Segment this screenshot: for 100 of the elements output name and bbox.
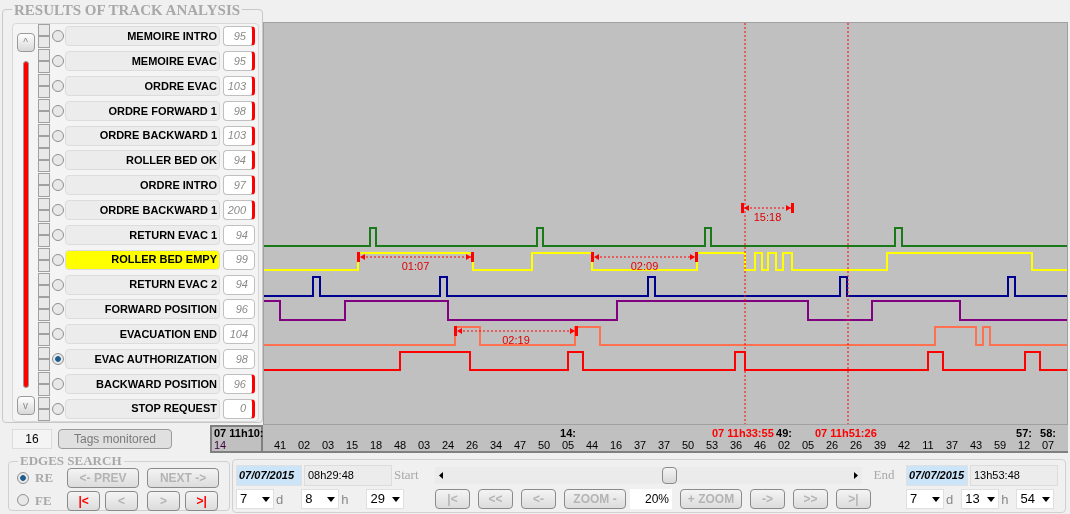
- time-tick: 50: [681, 439, 695, 451]
- dropdown[interactable]: 29: [366, 489, 405, 509]
- cursor-time-label: 07 11h33:55: [712, 427, 774, 439]
- checkbox[interactable]: [38, 148, 50, 161]
- checkbox[interactable]: [38, 198, 50, 211]
- time-tick-prefix: 58:: [1040, 427, 1056, 439]
- radio-button[interactable]: [52, 402, 64, 415]
- radio-button[interactable]: [52, 30, 64, 43]
- checkbox[interactable]: [38, 61, 50, 74]
- count-field: 99: [223, 249, 255, 270]
- radio-button[interactable]: [52, 303, 64, 316]
- time-tick: 47: [513, 439, 527, 451]
- time-tick-prefix: 14:: [560, 427, 576, 439]
- dropdown[interactable]: 8: [301, 489, 340, 509]
- checkbox[interactable]: [38, 297, 50, 310]
- radio-button[interactable]: [52, 154, 64, 167]
- checkbox[interactable]: [38, 86, 50, 99]
- time-tick: 46: [753, 439, 767, 451]
- start-time-field[interactable]: 08h29:48: [304, 464, 392, 486]
- time-tick: 59: [993, 439, 1007, 451]
- checkbox[interactable]: [38, 272, 50, 285]
- end-date-field[interactable]: 07/07/2015: [906, 464, 968, 486]
- range-bar[interactable]: [22, 61, 29, 388]
- radio-button[interactable]: [52, 253, 64, 266]
- signal-name: RETURN EVAC 1: [65, 224, 220, 245]
- time-tick: 02: [777, 439, 791, 451]
- caret-icon: [932, 496, 940, 502]
- end-time-field[interactable]: 13h53:48: [970, 464, 1058, 486]
- time-scrollbar[interactable]: [435, 466, 862, 484]
- radio-button[interactable]: [52, 129, 64, 142]
- checkbox[interactable]: [38, 222, 50, 235]
- radio-button[interactable]: [52, 179, 64, 192]
- radio-button[interactable]: [52, 328, 64, 341]
- checkbox[interactable]: [38, 185, 50, 198]
- checkbox[interactable]: [38, 98, 50, 111]
- nav-button[interactable]: >|: [185, 490, 219, 511]
- time-tick: 15: [345, 439, 359, 451]
- scroll-down-button[interactable]: v: [16, 396, 35, 415]
- signal-name: STOP REQUEST: [65, 398, 220, 419]
- radio-button[interactable]: [52, 204, 64, 217]
- radio-button[interactable]: [52, 55, 64, 68]
- radio-button[interactable]: [52, 278, 64, 291]
- signal-name: ORDRE EVAC: [65, 76, 220, 97]
- checkbox[interactable]: [38, 371, 50, 384]
- count-field: 96: [223, 299, 255, 320]
- dropdown[interactable]: 7: [906, 489, 944, 509]
- signal-name: FORWARD POSITION: [65, 299, 220, 320]
- checkbox[interactable]: [38, 123, 50, 136]
- scroll-thumb[interactable]: [661, 466, 677, 484]
- start-date-field[interactable]: 07/07/2015: [236, 464, 302, 486]
- radio-button[interactable]: [52, 80, 64, 93]
- caret-icon: [987, 496, 996, 502]
- count-field: 103: [223, 125, 255, 146]
- dropdown[interactable]: 7: [236, 489, 274, 509]
- time-tick-prefix: 57:: [1016, 427, 1032, 439]
- checkbox[interactable]: [38, 173, 50, 186]
- checkbox[interactable]: [38, 346, 50, 359]
- checkbox[interactable]: [38, 49, 50, 62]
- signal-name: EVACUATION END: [65, 324, 220, 345]
- count-field: 103: [223, 76, 255, 97]
- time-tick: 34: [489, 439, 503, 451]
- time-tick: 18: [369, 439, 383, 451]
- time-tick: 37: [657, 439, 671, 451]
- signal-name: ROLLER BED EMPY: [65, 249, 220, 270]
- radio-button[interactable]: [52, 104, 64, 117]
- dropdown[interactable]: 54: [1016, 489, 1055, 509]
- dropdown[interactable]: 13: [961, 489, 1000, 509]
- mode-radio[interactable]: FE: [17, 490, 54, 510]
- checkbox[interactable]: [38, 334, 50, 347]
- checkbox[interactable]: [38, 210, 50, 223]
- count-field: 104: [223, 324, 255, 345]
- signal-name: ORDRE INTRO: [65, 175, 220, 196]
- checkbox[interactable]: [38, 160, 50, 173]
- checkbox[interactable]: [38, 247, 50, 260]
- time-tick: 41: [273, 439, 287, 451]
- signal-name: ORDRE BACKWARD 1: [65, 125, 220, 146]
- radio-button[interactable]: [52, 228, 64, 241]
- checkbox[interactable]: [38, 74, 50, 87]
- checkbox[interactable]: [38, 36, 50, 49]
- checkbox[interactable]: [38, 24, 50, 37]
- scroll-right-icon: [854, 471, 858, 479]
- time-tick: 36: [729, 439, 743, 451]
- checkbox[interactable]: [38, 396, 50, 409]
- time-tick: 48: [393, 439, 407, 451]
- radio-button[interactable]: [52, 377, 64, 390]
- mode-radio[interactable]: RE: [17, 468, 54, 488]
- count-field: 95: [223, 26, 255, 47]
- scroll-up-button[interactable]: ^: [16, 33, 35, 52]
- nav-button[interactable]: |<: [67, 490, 101, 511]
- radio-button[interactable]: [52, 352, 64, 365]
- time-tick: 05: [561, 439, 575, 451]
- signal-name: ROLLER BED OK: [65, 150, 220, 171]
- zoom-field[interactable]: 20%: [630, 489, 672, 509]
- signal-name: MEMOIRE INTRO: [65, 26, 220, 47]
- checkbox[interactable]: [38, 309, 50, 322]
- count-field: 94: [223, 224, 255, 245]
- checkbox[interactable]: [38, 322, 50, 335]
- start-label: Start: [394, 466, 419, 485]
- caret-icon: [392, 496, 401, 502]
- count-field: 94: [223, 150, 255, 171]
